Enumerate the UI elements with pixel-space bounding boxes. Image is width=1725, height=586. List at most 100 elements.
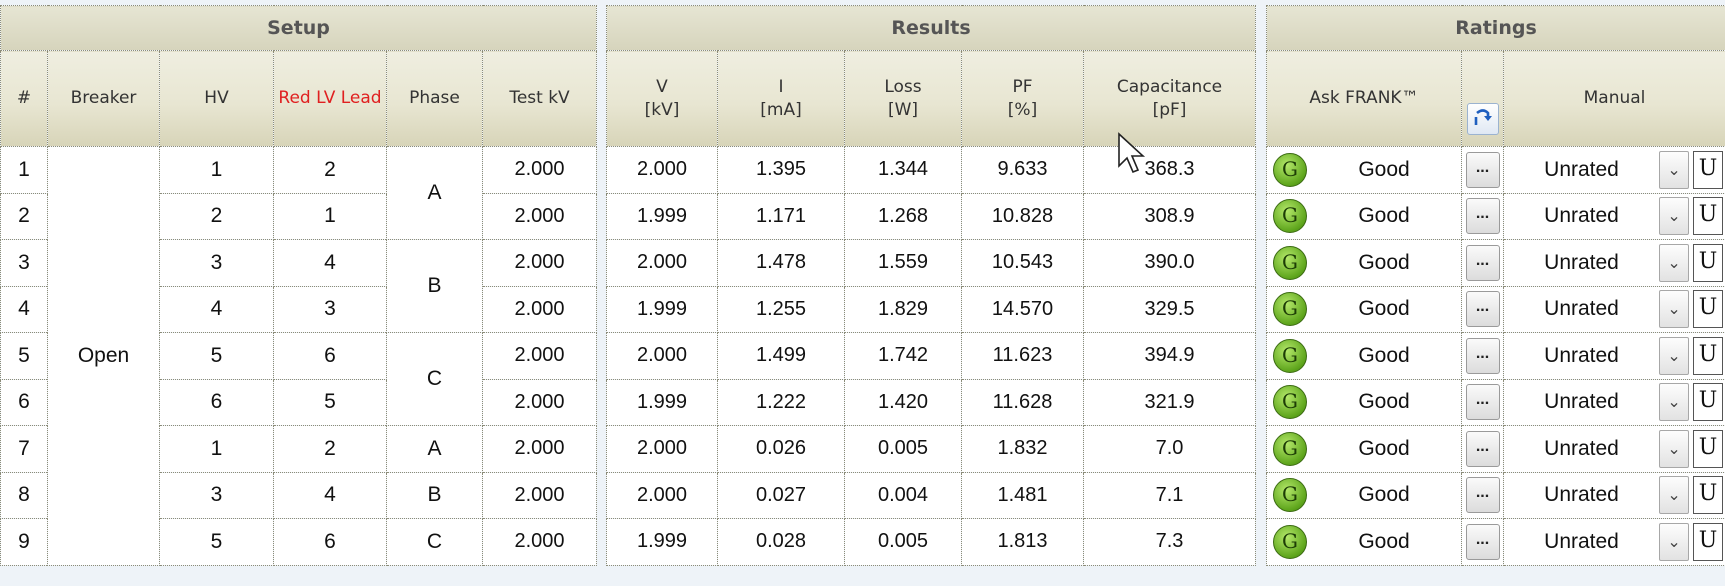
test-kv-cell[interactable]: 2.000: [481, 518, 598, 566]
u-button[interactable]: U: [1693, 429, 1724, 468]
u-button[interactable]: U: [1693, 290, 1724, 329]
col-header-voltage[interactable]: V [kV]: [606, 50, 718, 147]
red-lv-lead-cell[interactable]: 4: [273, 239, 387, 287]
ask-frank-wrap: G Good: [1273, 245, 1461, 280]
col-header-phase[interactable]: Phase: [386, 50, 483, 147]
chevron-down-icon[interactable]: ⌄: [1659, 476, 1690, 515]
chevron-down-icon[interactable]: ⌄: [1659, 150, 1690, 189]
u-button[interactable]: U: [1693, 522, 1724, 561]
result-loss-cell: 1.420: [844, 378, 962, 426]
red-lv-lead-cell[interactable]: 1: [273, 192, 387, 240]
phase-cell[interactable]: B: [386, 239, 483, 333]
chevron-down-icon[interactable]: ⌄: [1659, 429, 1690, 468]
chevron-down-icon[interactable]: ⌄: [1659, 336, 1690, 375]
chevron-down-icon[interactable]: ⌄: [1659, 243, 1690, 282]
manual-rating-value[interactable]: Unrated: [1505, 158, 1660, 182]
test-kv-cell[interactable]: 2.000: [481, 192, 598, 240]
u-button[interactable]: U: [1693, 243, 1724, 282]
hv-cell[interactable]: 1: [159, 146, 274, 194]
breaker-state[interactable]: Open: [47, 146, 160, 566]
manual-rating-value[interactable]: Unrated: [1505, 297, 1660, 321]
chevron-down-icon[interactable]: ⌄: [1659, 290, 1690, 329]
col-header-index[interactable]: #: [0, 50, 48, 147]
chevron-down-icon[interactable]: ⌄: [1659, 522, 1690, 561]
col-header-current[interactable]: I [mA]: [717, 50, 845, 147]
col-header-loss[interactable]: Loss [W]: [844, 50, 962, 147]
red-lv-lead-cell[interactable]: 6: [273, 332, 387, 380]
phase-cell[interactable]: B: [386, 471, 483, 519]
test-kv-cell[interactable]: 2.000: [481, 146, 598, 194]
manual-rating-cell: Unrated ⌄ U: [1502, 425, 1725, 473]
hv-cell[interactable]: 3: [159, 471, 274, 519]
test-kv-cell[interactable]: 2.000: [481, 471, 598, 519]
manual-rating-cell: Unrated ⌄ U: [1502, 471, 1725, 519]
hv-cell[interactable]: 1: [159, 425, 274, 473]
col-header-capacitance[interactable]: Capacitance [pF]: [1082, 50, 1257, 147]
test-kv-cell[interactable]: 2.000: [481, 239, 598, 287]
refresh-button[interactable]: [1466, 103, 1499, 135]
phase-cell[interactable]: A: [386, 146, 483, 240]
details-button[interactable]: ...: [1465, 384, 1500, 421]
phase-cell[interactable]: C: [386, 518, 483, 566]
hv-cell[interactable]: 6: [159, 378, 274, 426]
red-lv-lead-cell[interactable]: 4: [273, 471, 387, 519]
red-lv-lead-cell[interactable]: 6: [273, 518, 387, 566]
red-lv-lead-cell[interactable]: 3: [273, 285, 387, 333]
u-button[interactable]: U: [1693, 197, 1724, 236]
u-button[interactable]: U: [1693, 383, 1724, 422]
u-button[interactable]: U: [1693, 476, 1724, 515]
col-header-breaker[interactable]: Breaker: [47, 50, 160, 147]
hv-cell[interactable]: 2: [159, 192, 274, 240]
details-button[interactable]: ...: [1465, 477, 1500, 514]
result-cap-cell: 368.3: [1082, 146, 1257, 194]
chevron-down-icon[interactable]: ⌄: [1659, 383, 1690, 422]
details-button[interactable]: ...: [1465, 430, 1500, 467]
test-kv-cell[interactable]: 2.000: [481, 378, 598, 426]
test-kv-cell[interactable]: 2.000: [481, 425, 598, 473]
manual-rating-value[interactable]: Unrated: [1505, 437, 1660, 461]
manual-rating-value[interactable]: Unrated: [1505, 251, 1660, 275]
col-header-red-lv-lead[interactable]: Red LV Lead: [273, 50, 387, 147]
cap-unit: [pF]: [1152, 99, 1187, 120]
hv-cell[interactable]: 3: [159, 239, 274, 287]
phase-cell[interactable]: C: [386, 332, 483, 426]
details-button[interactable]: ...: [1465, 151, 1500, 188]
hv-cell[interactable]: 5: [159, 518, 274, 566]
col-header-ask-frank[interactable]: Ask FRANK™: [1266, 50, 1462, 147]
result-pf-cell: 10.828: [961, 192, 1084, 240]
manual-wrap: Unrated ⌄ U: [1505, 290, 1725, 329]
hv-cell[interactable]: 5: [159, 332, 274, 380]
table-row[interactable]: 1 Open 1 2 A 2.000: [0, 146, 598, 566]
col-header-hv[interactable]: HV: [159, 50, 274, 147]
ask-frank-cell: G Good: [1266, 192, 1462, 240]
col-header-manual[interactable]: Manual: [1502, 50, 1725, 147]
col-header-test-kv[interactable]: Test kV: [481, 50, 598, 147]
setup-group-header: Setup: [0, 5, 598, 51]
red-lv-lead-cell[interactable]: 5: [273, 378, 387, 426]
manual-rating-value[interactable]: Unrated: [1505, 530, 1660, 554]
manual-rating-value[interactable]: Unrated: [1505, 204, 1660, 228]
good-indicator-icon: G: [1273, 524, 1307, 559]
chevron-down-icon[interactable]: ⌄: [1659, 197, 1690, 236]
details-button[interactable]: ...: [1465, 291, 1500, 328]
details-button[interactable]: ...: [1465, 198, 1500, 235]
result-v-cell: 2.000: [606, 425, 718, 473]
red-lv-lead-cell[interactable]: 2: [273, 146, 387, 194]
test-kv-cell[interactable]: 2.000: [481, 285, 598, 333]
u-button[interactable]: U: [1693, 336, 1724, 375]
hv-cell[interactable]: 4: [159, 285, 274, 333]
col-header-pf[interactable]: PF [%]: [961, 50, 1084, 147]
details-button[interactable]: ...: [1465, 523, 1500, 560]
test-kv-cell[interactable]: 2.000: [481, 332, 598, 380]
table-row: 2.000 1.395 1.344 9.633 368.3: [606, 146, 1257, 194]
u-button[interactable]: U: [1693, 150, 1724, 189]
details-button[interactable]: ...: [1465, 337, 1500, 374]
table-row: G Good... Unrated ⌄ U: [1266, 239, 1725, 287]
details-button[interactable]: ...: [1465, 244, 1500, 281]
table-row: 1.999 0.028 0.005 1.813 7.3: [606, 518, 1257, 566]
manual-rating-value[interactable]: Unrated: [1505, 344, 1660, 368]
phase-cell[interactable]: A: [386, 425, 483, 473]
manual-rating-value[interactable]: Unrated: [1505, 483, 1660, 507]
red-lv-lead-cell[interactable]: 2: [273, 425, 387, 473]
manual-rating-value[interactable]: Unrated: [1505, 390, 1660, 414]
